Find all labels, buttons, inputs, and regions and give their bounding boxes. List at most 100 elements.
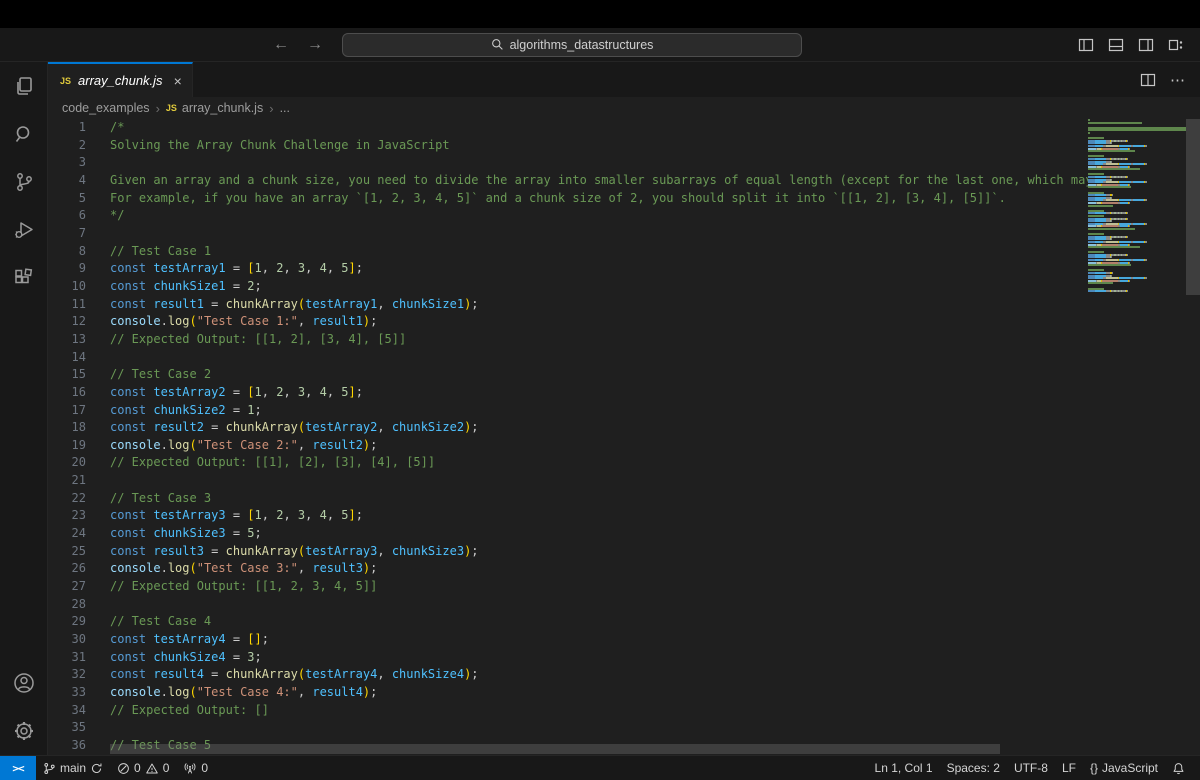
- code-line[interactable]: 22// Test Case 3: [48, 490, 1088, 508]
- toggle-secondary-sidebar-icon[interactable]: [1138, 37, 1154, 53]
- code-line[interactable]: 31const chunkSize4 = 3;: [48, 649, 1088, 667]
- toggle-primary-sidebar-icon[interactable]: [1078, 37, 1094, 53]
- code-line[interactable]: 12console.log("Test Case 1:", result1);: [48, 313, 1088, 331]
- line-number: 32: [48, 666, 86, 684]
- tab-array-chunk-js[interactable]: JS array_chunk.js ×: [48, 62, 193, 97]
- code-line[interactable]: 29// Test Case 4: [48, 613, 1088, 631]
- code-line[interactable]: 4Given an array and a chunk size, you ne…: [48, 172, 1088, 190]
- code-line[interactable]: 30const testArray4 = [];: [48, 631, 1088, 649]
- breadcrumb-symbol[interactable]: ...: [280, 101, 290, 115]
- code-line[interactable]: 21: [48, 472, 1088, 490]
- code-line[interactable]: 13// Expected Output: [[1, 2], [3, 4], […: [48, 331, 1088, 349]
- editor-actions-more-icon[interactable]: ⋯: [1170, 71, 1186, 89]
- code-line[interactable]: 14: [48, 349, 1088, 367]
- navigate-back-icon[interactable]: ←: [264, 36, 298, 54]
- line-number: 25: [48, 543, 86, 561]
- language-label: JavaScript: [1102, 761, 1158, 775]
- breadcrumb-folder[interactable]: code_examples: [62, 101, 150, 115]
- code-line[interactable]: 26console.log("Test Case 3:", result3);: [48, 560, 1088, 578]
- chevron-right-icon: ›: [156, 101, 160, 116]
- line-number: 7: [48, 225, 86, 243]
- line-number: 3: [48, 154, 86, 172]
- code-line[interactable]: 32const result4 = chunkArray(testArray4,…: [48, 666, 1088, 684]
- code-text: // Test Case 4: [86, 613, 211, 631]
- title-bar: ← → algorithms_datastructures: [0, 28, 1200, 62]
- branch-status[interactable]: main: [36, 756, 110, 780]
- language-mode[interactable]: {} JavaScript: [1083, 756, 1165, 780]
- breadcrumb-file[interactable]: array_chunk.js: [182, 101, 263, 115]
- sidebar-item-extensions[interactable]: [0, 254, 48, 302]
- horizontal-scrollbar[interactable]: [110, 744, 1000, 754]
- sidebar-item-source-control[interactable]: [0, 158, 48, 206]
- sidebar-item-run-debug[interactable]: [0, 206, 48, 254]
- minimap[interactable]: [1088, 119, 1186, 755]
- code-line[interactable]: 5For example, if you have an array `[1, …: [48, 190, 1088, 208]
- encoding-status[interactable]: UTF-8: [1007, 756, 1055, 780]
- code-line[interactable]: 33console.log("Test Case 4:", result4);: [48, 684, 1088, 702]
- notifications-button[interactable]: [1165, 756, 1192, 780]
- code-text: const testArray4 = [];: [86, 631, 269, 649]
- accounts-button[interactable]: [0, 659, 48, 707]
- sidebar-item-explorer[interactable]: [0, 62, 48, 110]
- code-line[interactable]: 35: [48, 719, 1088, 737]
- source-control-icon: [12, 170, 36, 194]
- code-line[interactable]: 9const testArray1 = [1, 2, 3, 4, 5];: [48, 260, 1088, 278]
- code-text: const chunkSize3 = 5;: [86, 525, 262, 543]
- code-line[interactable]: 7: [48, 225, 1088, 243]
- code-line[interactable]: 11const result1 = chunkArray(testArray1,…: [48, 296, 1088, 314]
- line-number: 5: [48, 190, 86, 208]
- line-number: 12: [48, 313, 86, 331]
- code-text: // Expected Output: []: [86, 702, 269, 720]
- code-line[interactable]: 3: [48, 154, 1088, 172]
- code-text: console.log("Test Case 4:", result4);: [86, 684, 377, 702]
- code-line[interactable]: 10const chunkSize1 = 2;: [48, 278, 1088, 296]
- ports-status[interactable]: 0: [176, 756, 215, 780]
- remote-icon: ><: [12, 762, 23, 775]
- tab-bar: JS array_chunk.js × ⋯: [48, 62, 1200, 97]
- line-number: 1: [48, 119, 86, 137]
- code-line[interactable]: 24const chunkSize3 = 5;: [48, 525, 1088, 543]
- eol-status[interactable]: LF: [1055, 756, 1083, 780]
- code-line[interactable]: 23const testArray3 = [1, 2, 3, 4, 5];: [48, 507, 1088, 525]
- line-number: 11: [48, 296, 86, 314]
- customize-layout-icon[interactable]: [1168, 37, 1184, 53]
- code-line[interactable]: 15// Test Case 2: [48, 366, 1088, 384]
- code-line[interactable]: 17const chunkSize2 = 1;: [48, 402, 1088, 420]
- editor-pane: 1/*2Solving the Array Chunk Challenge in…: [48, 119, 1200, 755]
- branch-name: main: [60, 761, 86, 775]
- code-line[interactable]: 1/*: [48, 119, 1088, 137]
- code-line[interactable]: 25const result3 = chunkArray(testArray3,…: [48, 543, 1088, 561]
- code-text: const result4 = chunkArray(testArray4, c…: [86, 666, 479, 684]
- tab-close-icon[interactable]: ×: [174, 73, 182, 89]
- sidebar-item-search[interactable]: [0, 110, 48, 158]
- line-number: 33: [48, 684, 86, 702]
- problems-status[interactable]: 0 0: [110, 756, 176, 780]
- vertical-scrollbar[interactable]: [1186, 119, 1200, 295]
- line-number: 30: [48, 631, 86, 649]
- code-line[interactable]: 16const testArray2 = [1, 2, 3, 4, 5];: [48, 384, 1088, 402]
- remote-indicator[interactable]: ><: [0, 756, 36, 780]
- indentation-status[interactable]: Spaces: 2: [940, 756, 1007, 780]
- code-line[interactable]: 18const result2 = chunkArray(testArray2,…: [48, 419, 1088, 437]
- cursor-position[interactable]: Ln 1, Col 1: [868, 756, 940, 780]
- split-editor-icon[interactable]: [1140, 72, 1156, 88]
- code-line[interactable]: 6*/: [48, 207, 1088, 225]
- vscode-window: ← → algorithms_datastructures: [0, 0, 1200, 780]
- navigate-forward-icon[interactable]: →: [298, 36, 332, 54]
- activity-bar: [0, 62, 48, 755]
- radio-tower-icon: [183, 762, 197, 775]
- code-line[interactable]: 2Solving the Array Chunk Challenge in Ja…: [48, 137, 1088, 155]
- command-center-search[interactable]: algorithms_datastructures: [342, 33, 802, 57]
- code-line[interactable]: 27// Expected Output: [[1, 2, 3, 4, 5]]: [48, 578, 1088, 596]
- code-line[interactable]: 34// Expected Output: []: [48, 702, 1088, 720]
- code-text: // Expected Output: [[1], [2], [3], [4],…: [86, 454, 435, 472]
- settings-button[interactable]: [0, 707, 48, 755]
- code-area[interactable]: 1/*2Solving the Array Chunk Challenge in…: [48, 119, 1088, 755]
- toggle-panel-icon[interactable]: [1108, 37, 1124, 53]
- code-line[interactable]: 8// Test Case 1: [48, 243, 1088, 261]
- code-line[interactable]: 28: [48, 596, 1088, 614]
- code-text: [86, 349, 110, 367]
- code-line[interactable]: 19console.log("Test Case 2:", result2);: [48, 437, 1088, 455]
- code-text: // Expected Output: [[1, 2], [3, 4], [5]…: [86, 331, 406, 349]
- code-line[interactable]: 20// Expected Output: [[1], [2], [3], [4…: [48, 454, 1088, 472]
